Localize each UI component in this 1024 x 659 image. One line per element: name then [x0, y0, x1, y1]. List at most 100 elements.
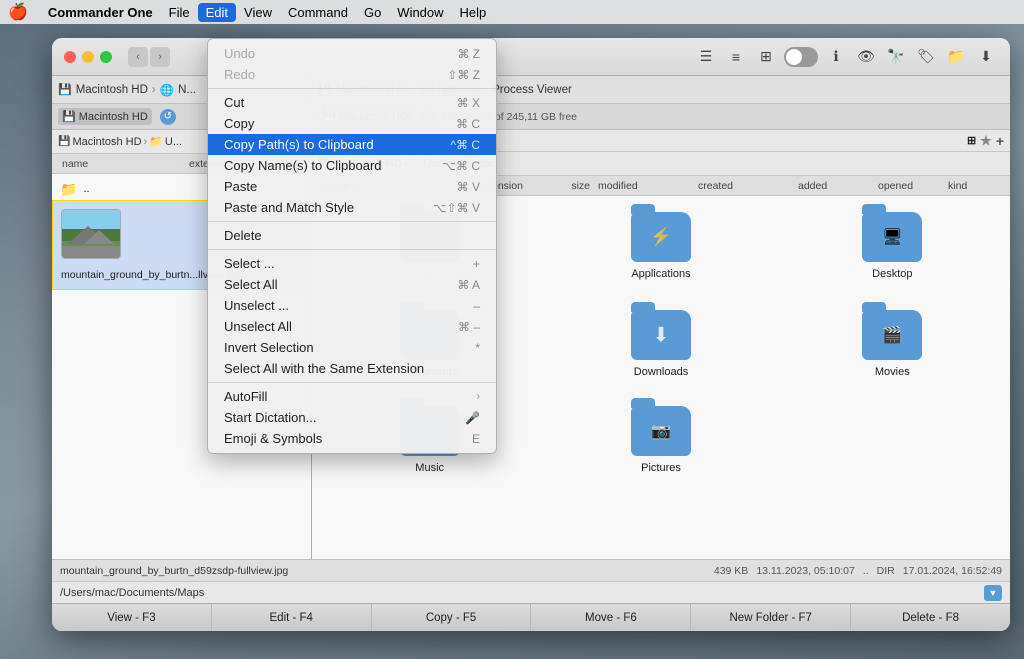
panels-container: 💾 Macintosh HD › 🌐 N... 💾 Macintosh HD ↺…	[52, 76, 1010, 559]
file-item[interactable]: Downloads	[551, 302, 770, 386]
menu-item-copy-path[interactable]: Copy Path(s) to Clipboard ^⌘ C	[208, 134, 496, 155]
delete-f8-button[interactable]: Delete - F8	[851, 604, 1010, 631]
menu-item-copy-name[interactable]: Copy Name(s) to Clipboard ⌥⌘ C	[208, 155, 496, 176]
right-add-icon[interactable]: +	[996, 133, 1004, 149]
menu-item-cut-label: Cut	[224, 95, 244, 110]
menu-go[interactable]: Go	[356, 3, 389, 22]
status-right-date: 17.01.2024, 16:52:49	[903, 565, 1002, 577]
menu-item-unselect[interactable]: Unselect ... –	[208, 295, 496, 316]
right-star-icon[interactable]: ★	[980, 133, 992, 149]
apple-menu-icon[interactable]: 🍎	[8, 2, 28, 22]
edit-f4-button[interactable]: Edit - F4	[212, 604, 372, 631]
info-icon[interactable]: ℹ	[824, 45, 848, 69]
drive-hd-icon: 💾	[62, 110, 76, 123]
toggle-switch[interactable]	[784, 47, 818, 67]
downloads-folder-icon	[631, 310, 691, 360]
right-grid-icon[interactable]: ⊞	[967, 134, 976, 147]
menu-item-select-all[interactable]: Select All ⌘ A	[208, 274, 496, 295]
menu-shortcut-cut: ⌘ X	[457, 96, 480, 110]
right-col-created[interactable]: created	[694, 180, 794, 192]
status-right-type: DIR	[877, 565, 895, 577]
file-item[interactable]: Applications	[551, 204, 770, 290]
left-drive-item[interactable]: 💾 Macintosh HD	[58, 108, 152, 125]
menu-sep-1	[208, 88, 496, 89]
download-icon[interactable]: ⬇	[974, 45, 998, 69]
menu-file[interactable]: File	[161, 3, 198, 22]
app-name[interactable]: Commander One	[40, 3, 161, 22]
left-bc-hd[interactable]: Macintosh HD	[72, 136, 141, 148]
left-drive-label: Macintosh HD	[79, 111, 148, 123]
maximize-button[interactable]	[100, 51, 112, 63]
menu-item-delete[interactable]: Delete	[208, 225, 496, 246]
file-item[interactable]: Pictures	[551, 398, 770, 482]
file-item[interactable]: Desktop	[783, 204, 1002, 290]
right-col-opened[interactable]: opened	[874, 180, 944, 192]
menu-item-copy-path-label: Copy Path(s) to Clipboard	[224, 137, 374, 152]
main-window: ‹ › ☰ ≡ ⊞ ℹ 👁 🔭 🏷 📁 ⬇ 💾 Macintosh HD › 🌐	[52, 38, 1010, 631]
parent-folder-icon: 📁	[60, 181, 77, 198]
menu-command[interactable]: Command	[280, 3, 356, 22]
menu-item-paste[interactable]: Paste ⌘ V	[208, 176, 496, 197]
menu-arrow-autofill: ›	[477, 391, 480, 402]
new-folder-f7-button[interactable]: New Folder - F7	[691, 604, 851, 631]
menu-window[interactable]: Window	[389, 3, 451, 22]
menu-item-paste-match[interactable]: Paste and Match Style ⌥⇧⌘ V	[208, 197, 496, 218]
col-name[interactable]: name	[58, 158, 185, 170]
view-grid-icon[interactable]: ⊞	[754, 45, 778, 69]
downloads-folder-name: Downloads	[634, 366, 688, 378]
path-dropdown-button[interactable]: ▼	[984, 585, 1002, 601]
menu-item-dictation[interactable]: Start Dictation... 🎤	[208, 407, 496, 428]
right-col-added[interactable]: added	[794, 180, 874, 192]
menu-item-invert[interactable]: Invert Selection *	[208, 337, 496, 358]
close-button[interactable]	[64, 51, 76, 63]
new-folder-icon[interactable]: 📁	[944, 45, 968, 69]
menu-item-unselect-all[interactable]: Unselect All ⌘ –	[208, 316, 496, 337]
tag-icon[interactable]: 🏷	[914, 45, 938, 69]
status-size: 439 KB	[714, 565, 748, 577]
right-col-kind[interactable]: kind	[944, 180, 1004, 192]
menu-item-redo[interactable]: Redo ⇧⌘ Z	[208, 64, 496, 85]
menu-item-redo-label: Redo	[224, 67, 255, 82]
status-filename: mountain_ground_by_burtn_d59zsdp-fullvie…	[60, 565, 706, 577]
menu-item-undo-label: Undo	[224, 46, 255, 61]
copy-f5-button[interactable]: Copy - F5	[372, 604, 532, 631]
view-list-detail-icon[interactable]: ≡	[724, 45, 748, 69]
right-col-mod[interactable]: modified	[594, 180, 694, 192]
menu-item-copy[interactable]: Copy ⌘ C	[208, 113, 496, 134]
view-list-small-icon[interactable]: ☰	[694, 45, 718, 69]
menu-item-undo[interactable]: Undo ⌘ Z	[208, 43, 496, 64]
move-f6-button[interactable]: Move - F6	[531, 604, 691, 631]
eye-icon[interactable]: 👁	[854, 45, 878, 69]
menu-item-select-ext[interactable]: Select All with the Same Extension	[208, 358, 496, 379]
left-drive-badge[interactable]: ↺	[160, 109, 176, 125]
path-bar: /Users/mac/Documents/Maps ▼	[52, 581, 1010, 603]
view-f3-button[interactable]: View - F3	[52, 604, 212, 631]
menu-item-emoji-label: Emoji & Symbols	[224, 431, 322, 446]
traffic-lights	[64, 51, 112, 63]
menu-item-autofill[interactable]: AutoFill ›	[208, 386, 496, 407]
menu-shortcut-unselect: –	[473, 299, 480, 313]
menu-shortcut-paste-match: ⌥⇧⌘ V	[433, 201, 480, 215]
left-bc-sep: ›	[144, 136, 148, 148]
nav-back-button[interactable]: ‹	[128, 47, 148, 67]
menu-view[interactable]: View	[236, 3, 280, 22]
nav-forward-button[interactable]: ›	[150, 47, 170, 67]
menu-edit[interactable]: Edit	[198, 3, 236, 22]
menu-help[interactable]: Help	[452, 3, 495, 22]
minimize-button[interactable]	[82, 51, 94, 63]
menu-item-copy-label: Copy	[224, 116, 254, 131]
right-col-size[interactable]: size	[534, 180, 594, 192]
menu-sep-3	[208, 249, 496, 250]
menu-item-cut[interactable]: Cut ⌘ X	[208, 92, 496, 113]
menu-item-delete-label: Delete	[224, 228, 262, 243]
movies-folder-icon	[862, 310, 922, 360]
left-bc-sub[interactable]: U...	[165, 136, 182, 148]
menu-item-select[interactable]: Select ... +	[208, 253, 496, 274]
binoculars-icon[interactable]: 🔭	[884, 45, 908, 69]
file-item[interactable]: Movies	[783, 302, 1002, 386]
bottom-toolbar: View - F3 Edit - F4 Copy - F5 Move - F6 …	[52, 603, 1010, 631]
right-process-viewer: Process Viewer	[492, 84, 572, 96]
menu-shortcut-emoji: E	[472, 432, 480, 446]
menu-item-emoji[interactable]: Emoji & Symbols E	[208, 428, 496, 449]
menu-item-select-all-label: Select All	[224, 277, 277, 292]
